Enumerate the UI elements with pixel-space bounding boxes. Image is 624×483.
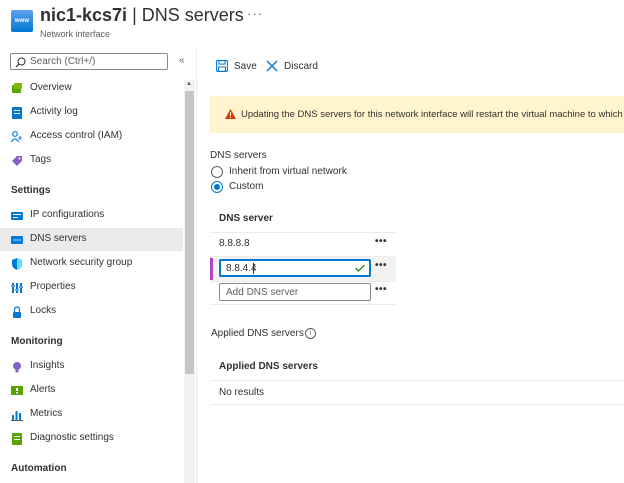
info-icon[interactable]: i: [305, 328, 316, 339]
dns-server-edit-input[interactable]: 8.8.4.4: [219, 259, 371, 277]
sidebar-item-ip-configurations[interactable]: IP configurations: [0, 204, 183, 227]
sidebar-item-label: Locks: [30, 305, 57, 316]
grid-divider: [210, 404, 624, 405]
sidebar-item-label: Metrics: [30, 408, 63, 419]
sidebar-item-label: Activity log: [30, 106, 78, 117]
dns-servers-label: DNS servers: [210, 150, 267, 161]
sidebar-item-label: IP configurations: [30, 209, 105, 220]
diagnostic-icon: [12, 433, 22, 445]
sidebar-item-label: Insights: [30, 360, 65, 371]
dns-icon: [11, 236, 23, 244]
sidebar-item-label: Overview: [30, 82, 72, 93]
sidebar-item-label: Diagnostic settings: [30, 432, 114, 443]
add-dns-placeholder: Add DNS server: [226, 287, 299, 298]
row-more-icon[interactable]: •••: [375, 284, 387, 295]
metrics-icon: [11, 411, 23, 421]
sidebar-item-label: Network security group: [30, 257, 133, 268]
monitoring-heading: Monitoring: [11, 336, 63, 347]
grid-divider: [210, 232, 396, 233]
alerts-icon: [11, 386, 23, 395]
checkmark-icon: [355, 264, 365, 272]
sidebar-item-dns-servers[interactable]: DNS servers: [0, 228, 183, 251]
sidebar-item-label: Properties: [30, 281, 76, 292]
grid-divider: [210, 281, 396, 282]
title-separator: |: [132, 5, 137, 25]
grid-divider: [210, 304, 396, 305]
search-placeholder: Search (Ctrl+/): [30, 56, 96, 67]
settings-heading: Settings: [11, 185, 51, 196]
applied-grid-header: Applied DNS servers: [219, 361, 318, 372]
save-icon: [216, 60, 228, 72]
dns-grid-header: DNS server: [219, 213, 273, 224]
properties-icon: [11, 283, 23, 293]
sidebar-item-network-security-group[interactable]: Network security group: [0, 252, 183, 275]
sidebar-item-label: Tags: [30, 154, 52, 165]
search-input[interactable]: Search (Ctrl+/): [10, 53, 168, 70]
warning-text: Updating the DNS servers for this networ…: [241, 109, 624, 120]
activity-log-icon: [12, 107, 22, 119]
close-icon: [266, 60, 278, 72]
page-name: DNS servers: [141, 5, 244, 25]
sidebar-item-overview[interactable]: Overview: [0, 77, 183, 100]
sidebar-item-label: Access control (IAM): [30, 130, 123, 141]
sidebar-item-properties[interactable]: Properties: [0, 276, 183, 299]
tag-icon: [12, 156, 22, 166]
ip-config-icon: [11, 212, 23, 220]
scroll-up-arrow-icon[interactable]: ▲: [186, 81, 192, 87]
sidebar-item-insights[interactable]: Insights: [0, 355, 183, 378]
sidebar-item-label: Alerts: [30, 384, 56, 395]
sidebar-item-label: DNS servers: [30, 233, 87, 244]
discard-label: Discard: [284, 60, 318, 72]
discard-button[interactable]: Discard: [266, 60, 318, 72]
warning-icon: [225, 109, 236, 119]
sidebar-divider: [196, 48, 197, 483]
add-dns-server-input[interactable]: Add DNS server: [219, 283, 371, 301]
lock-icon: [13, 306, 21, 318]
more-options-icon[interactable]: ···: [247, 6, 263, 21]
overview-icon: [12, 83, 22, 93]
radio-inherit[interactable]: [211, 166, 223, 178]
no-results-text: No results: [219, 387, 265, 398]
sidebar-item-activity-log[interactable]: Activity log: [0, 101, 183, 124]
save-label: Save: [234, 60, 257, 72]
row-more-icon[interactable]: •••: [375, 236, 387, 247]
automation-heading: Automation: [11, 463, 67, 474]
insights-icon: [13, 362, 21, 373]
sidebar-item-iam[interactable]: Access control (IAM): [0, 125, 183, 148]
warning-banner: Updating the DNS servers for this networ…: [210, 96, 624, 133]
shield-icon: [12, 258, 22, 270]
save-button[interactable]: Save: [216, 60, 257, 72]
radio-custom-label[interactable]: Custom: [229, 181, 263, 192]
page-subtitle: Network interface: [40, 29, 111, 39]
row-selection-indicator: [210, 258, 213, 280]
radio-inherit-label[interactable]: Inherit from virtual network: [229, 166, 347, 177]
collapse-sidebar-button[interactable]: «: [179, 55, 185, 66]
dns-edit-value: 8.8.4.4: [226, 263, 257, 274]
sidebar-item-metrics[interactable]: Metrics: [0, 403, 183, 426]
sidebar-item-locks[interactable]: Locks: [0, 300, 183, 323]
network-interface-icon: www: [11, 10, 33, 32]
sidebar-item-tags[interactable]: Tags: [0, 149, 183, 172]
applied-dns-label: Applied DNS servers: [211, 328, 304, 339]
page-title: nic1-kcs7i | DNS servers: [40, 5, 244, 26]
search-icon: [15, 57, 26, 68]
resource-name: nic1-kcs7i: [40, 5, 128, 25]
radio-custom[interactable]: [211, 181, 223, 193]
text-caret: [253, 263, 254, 274]
sidebar-scrollbar-thumb[interactable]: [185, 91, 194, 374]
dns-row-value[interactable]: 8.8.8.8: [219, 238, 250, 249]
sidebar-item-alerts[interactable]: Alerts: [0, 379, 183, 402]
grid-divider: [210, 380, 624, 381]
iam-icon: [11, 131, 22, 143]
row-more-icon[interactable]: •••: [375, 260, 387, 271]
sidebar-item-diagnostic-settings[interactable]: Diagnostic settings: [0, 427, 183, 450]
